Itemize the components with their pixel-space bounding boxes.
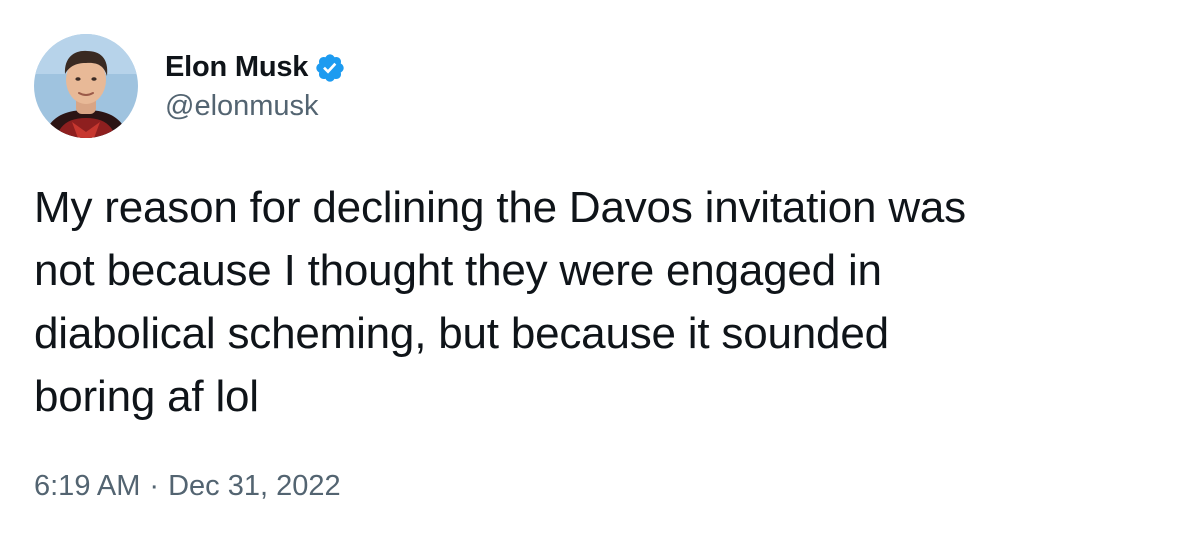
tweet-time[interactable]: 6:19 AM — [34, 470, 140, 503]
timestamp-separator: · — [149, 470, 160, 502]
author-names: Elon Musk @elonmusk — [165, 50, 346, 123]
verified-badge-icon — [314, 52, 346, 84]
tweet-timestamp: 6:19 AM · Dec 31, 2022 — [34, 470, 341, 503]
tweet-date[interactable]: Dec 31, 2022 — [168, 470, 341, 503]
display-name-row: Elon Musk — [165, 50, 346, 86]
profile-photo-icon — [34, 34, 138, 138]
tweet-text: My reason for declining the Davos invita… — [34, 183, 966, 421]
tweet-header: Elon Musk @elonmusk — [34, 34, 346, 138]
avatar[interactable] — [34, 34, 138, 138]
author-handle[interactable]: @elonmusk — [165, 90, 346, 123]
display-name[interactable]: Elon Musk — [165, 51, 308, 84]
tweet-card: Elon Musk @elonmusk My reason for declin… — [0, 0, 1200, 540]
